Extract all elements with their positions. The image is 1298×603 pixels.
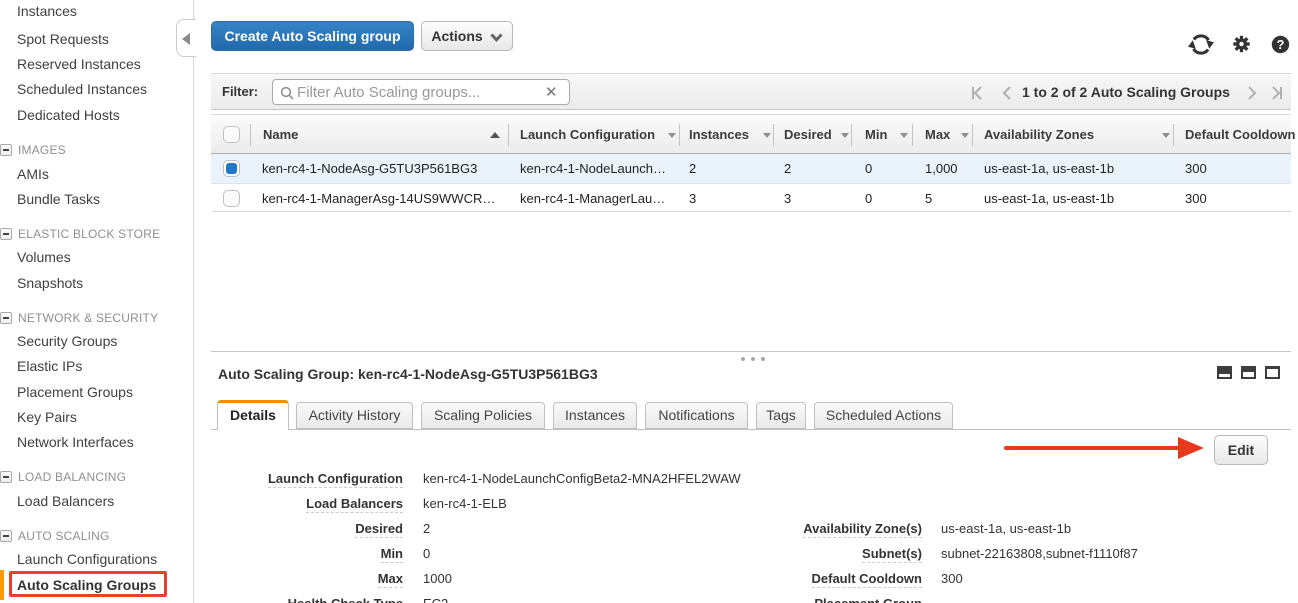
- svg-text:?: ?: [1277, 37, 1285, 52]
